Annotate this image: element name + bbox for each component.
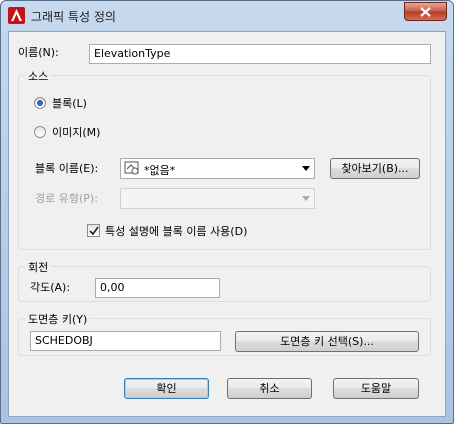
radio-image-label[interactable]: 이미지(M) [52, 124, 100, 140]
chevron-down-icon [302, 196, 310, 201]
radio-selected-dot [37, 100, 43, 106]
angle-label: 각도(A): [30, 281, 71, 294]
use-block-name-label[interactable]: 특성 설명에 블록 이름 사용(D) [105, 223, 247, 239]
title-bar[interactable]: 그래픽 특성 정의 [1, 1, 453, 31]
use-block-name-checkbox[interactable] [87, 224, 100, 237]
rotation-group-title: 회전 [25, 259, 52, 275]
layer-key-group: 도면층 키(Y) SCHEDOBJ 도면층 키 선택(S)... [18, 311, 431, 356]
cancel-button[interactable]: 취소 [227, 378, 312, 399]
block-icon [124, 161, 139, 175]
ok-button[interactable]: 확인 [124, 378, 209, 399]
block-name-value: *없음* [144, 164, 176, 177]
source-group: 소스 블록(L) 이미지(M) 블록 이름(E): *없음* 찾아보기(B)..… [18, 68, 431, 250]
radio-block-label[interactable]: 블록(L) [52, 95, 87, 111]
rotation-group: 회전 각도(A): 0,00 [18, 259, 431, 302]
radio-image[interactable] [34, 126, 46, 138]
help-button[interactable]: 도움말 [333, 378, 419, 399]
checkmark-icon [89, 226, 99, 236]
dialog-client-area: 이름(N): ElevationType 소스 블록(L) 이미지(M) 블록 … [8, 31, 446, 417]
autocad-logo-icon [8, 7, 25, 24]
dialog-window: 그래픽 특성 정의 이름(N): ElevationType 소스 블록(L) … [0, 0, 454, 424]
path-type-label: 경로 유형(P): [35, 192, 98, 205]
source-group-title: 소스 [25, 68, 52, 84]
radio-block[interactable] [34, 97, 46, 109]
name-input[interactable]: ElevationType [89, 44, 431, 64]
close-button[interactable] [404, 2, 447, 21]
close-icon [420, 7, 431, 17]
block-name-dropdown[interactable]: *없음* [120, 158, 315, 179]
layer-key-group-title: 도면층 키(Y) [25, 311, 91, 327]
browse-button[interactable]: 찾아보기(B)... [330, 158, 420, 179]
path-type-dropdown [120, 188, 315, 209]
window-title: 그래픽 특성 정의 [31, 10, 116, 24]
name-label: 이름(N): [18, 46, 59, 59]
select-layer-key-button[interactable]: 도면층 키 선택(S)... [235, 331, 419, 352]
block-name-label: 블록 이름(E): [35, 162, 99, 175]
angle-input[interactable]: 0,00 [95, 278, 220, 298]
layer-key-input[interactable]: SCHEDOBJ [30, 331, 221, 351]
chevron-down-icon [302, 166, 310, 171]
